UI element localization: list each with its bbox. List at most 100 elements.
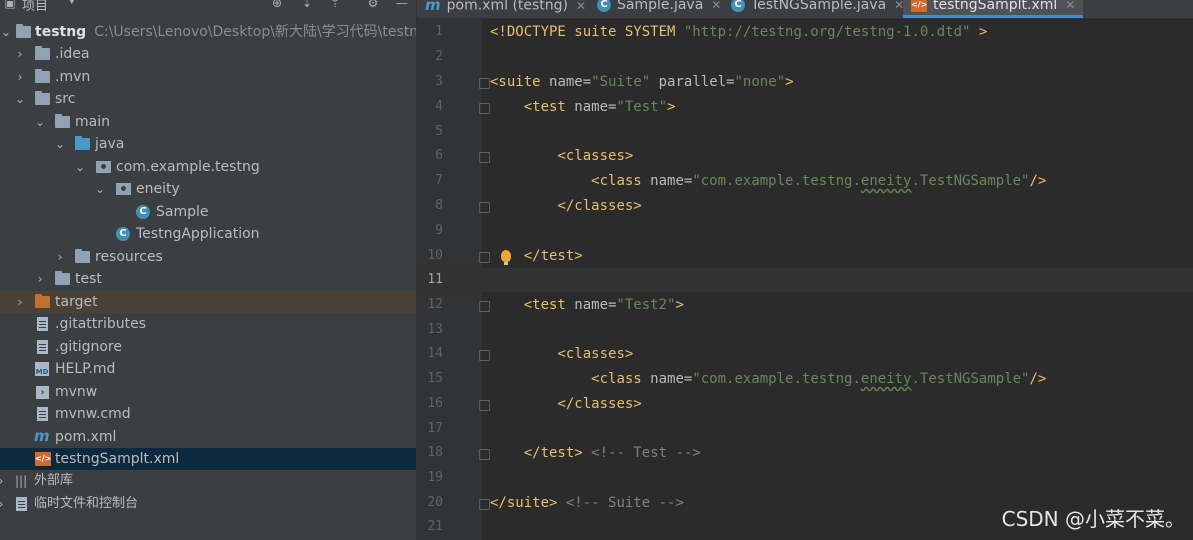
line-number: 4 [435, 99, 443, 114]
chevron-down-icon[interactable]: ⌄ [94, 178, 106, 200]
code-line[interactable]: <!DOCTYPE suite SYSTEM "http://testng.or… [490, 20, 987, 44]
tree-item-label: Sample [156, 204, 209, 220]
code-line[interactable]: <test name="Test"> [490, 95, 676, 119]
tree-item-java[interactable]: ⌄ java [0, 133, 416, 155]
tree-item-sample[interactable]: C Sample [0, 201, 416, 223]
fold-marker-icon[interactable] [479, 400, 490, 411]
tree-item-package[interactable]: ⌄ com.example.testng [0, 156, 416, 178]
tree-item-resources[interactable]: › resources [0, 246, 416, 268]
tree-item-gitattributes[interactable]: .gitattributes [0, 313, 416, 335]
chevron-down-icon[interactable]: ⌄ [74, 156, 86, 178]
chevron-right-icon[interactable]: › [14, 66, 26, 88]
tree-item-pom[interactable]: m pom.xml [0, 426, 416, 448]
fold-marker-icon[interactable] [479, 301, 490, 312]
tree-item-label: .mvn [55, 69, 91, 85]
excluded-folder-icon [35, 294, 50, 308]
tree-item-help-md[interactable]: MD HELP.md [0, 358, 416, 380]
code-line[interactable]: </classes> [490, 194, 641, 218]
text-file-icon [37, 407, 48, 421]
tree-item-testngapplication[interactable]: C TestngApplication [0, 223, 416, 245]
gear-icon[interactable]: ⚙ [366, 0, 380, 10]
code-line[interactable]: <test name="Test2"> [490, 293, 684, 317]
locate-icon[interactable]: ⊕ [270, 0, 284, 10]
chevron-down-icon[interactable]: ⌄ [0, 21, 12, 43]
close-icon[interactable]: ✕ [576, 0, 586, 13]
chevron-down-icon[interactable]: ⌄ [54, 133, 66, 155]
fold-marker-icon[interactable] [479, 202, 490, 213]
project-panel: ▣ 项目 ▼ ⊕ ⇣ ⇡ ⚙ — ⌄ testng C:\Users\Lenovo… [0, 0, 416, 540]
tab-sample-java[interactable]: C Sample.java ✕ [597, 0, 721, 18]
code-line[interactable]: </test> <!-- Test --> [490, 441, 701, 465]
tree-item-root[interactable]: ⌄ testng C:\Users\Lenovo\Desktop\新大陆\学习代码… [0, 21, 416, 43]
chevron-right-icon[interactable]: › [54, 246, 66, 268]
line-number: 10 [427, 248, 443, 263]
chevron-right-icon[interactable]: › [0, 470, 7, 492]
tree-item-testngsamplt[interactable]: </> testngSamplt.xml [0, 448, 416, 470]
tab-label: pom.xml (testng) [446, 0, 569, 14]
tab-testngsample-java[interactable]: C TestNGSample.java ✕ [731, 0, 904, 18]
hide-icon[interactable]: — [395, 0, 409, 10]
chevron-down-icon[interactable]: ⌄ [14, 88, 26, 110]
fold-marker-icon[interactable] [479, 103, 490, 114]
tree-item-label: eneity [136, 181, 180, 197]
tab-label: Sample.java [617, 0, 704, 13]
tree-item-external-libraries[interactable]: › ||| 外部库 [0, 470, 416, 492]
tab-pom-xml[interactable]: m pom.xml (testng) ✕ [425, 0, 586, 18]
fold-marker-icon[interactable] [479, 152, 490, 163]
tree-item-mvnw-cmd[interactable]: mvnw.cmd [0, 403, 416, 425]
tree-item-mvn[interactable]: › .mvn [0, 66, 416, 88]
code-line[interactable]: <class name="com.example.testng.eneity.T… [490, 367, 1046, 391]
chevron-down-icon[interactable]: ▼ [68, 0, 76, 6]
code-line[interactable]: <classes> [490, 144, 633, 168]
code-line[interactable]: <classes> [490, 342, 633, 366]
spring-class-icon: C [116, 227, 130, 241]
tree-item-label: HELP.md [55, 361, 116, 377]
fold-marker-icon[interactable] [479, 449, 490, 460]
tree-item-label: main [75, 114, 110, 130]
line-number: 14 [427, 346, 443, 361]
chevron-right-icon[interactable]: › [0, 493, 7, 515]
fold-marker-icon[interactable] [479, 350, 490, 361]
class-icon: C [597, 0, 611, 12]
xml-icon: </> [911, 0, 927, 12]
code-line[interactable]: </classes> [490, 392, 641, 416]
expand-all-icon[interactable]: ⇣ [300, 0, 314, 10]
line-number: 11 [427, 272, 443, 287]
collapse-all-icon[interactable]: ⇡ [328, 0, 342, 10]
chevron-right-icon[interactable]: › [14, 291, 26, 313]
resources-folder-icon [75, 249, 90, 263]
package-icon [116, 183, 131, 195]
tree-item-target[interactable]: › target [0, 291, 416, 313]
tree-item-label: 临时文件和控制台 [34, 496, 139, 511]
code-line[interactable]: <suite name="Suite" parallel="none"> [490, 70, 794, 94]
line-number: 8 [435, 198, 443, 213]
project-panel-title[interactable]: 项目 [22, 0, 48, 14]
fold-marker-icon[interactable] [479, 499, 490, 510]
close-icon[interactable]: ✕ [1065, 0, 1075, 12]
tab-testngsamplt-xml[interactable]: </> testngSamplt.xml ✕ [903, 0, 1084, 18]
chevron-right-icon[interactable]: › [14, 43, 26, 65]
code-line[interactable]: </test> [490, 244, 583, 268]
tree-item-scratches[interactable]: › 临时文件和控制台 [0, 493, 416, 515]
code-line[interactable]: <class name="com.example.testng.eneity.T… [490, 169, 1046, 193]
tree-item-idea[interactable]: › .idea [0, 43, 416, 65]
fold-marker-icon[interactable] [479, 252, 490, 263]
tree-item-test[interactable]: › test [0, 268, 416, 290]
tree-item-label: 外部库 [34, 473, 74, 488]
tree-item-label: .idea [55, 46, 90, 62]
project-view-icon[interactable]: ▣ [3, 0, 17, 10]
code-line[interactable]: </suite> <!-- Suite --> [490, 491, 684, 515]
fold-marker-icon[interactable] [479, 78, 490, 89]
tree-item-label: test [75, 271, 102, 287]
tree-item-mvnw[interactable]: › mvnw [0, 381, 416, 403]
tree-item-main[interactable]: ⌄ main [0, 111, 416, 133]
library-icon: ||| [15, 474, 28, 488]
tree-item-eneity[interactable]: ⌄ eneity [0, 178, 416, 200]
tree-item-src[interactable]: ⌄ src [0, 88, 416, 110]
module-folder-icon [16, 24, 31, 38]
tree-item-gitignore[interactable]: .gitignore [0, 336, 416, 358]
line-number: 21 [427, 519, 443, 534]
chevron-down-icon[interactable]: ⌄ [34, 111, 46, 133]
chevron-right-icon[interactable]: › [34, 268, 46, 290]
close-icon[interactable]: ✕ [711, 0, 721, 12]
